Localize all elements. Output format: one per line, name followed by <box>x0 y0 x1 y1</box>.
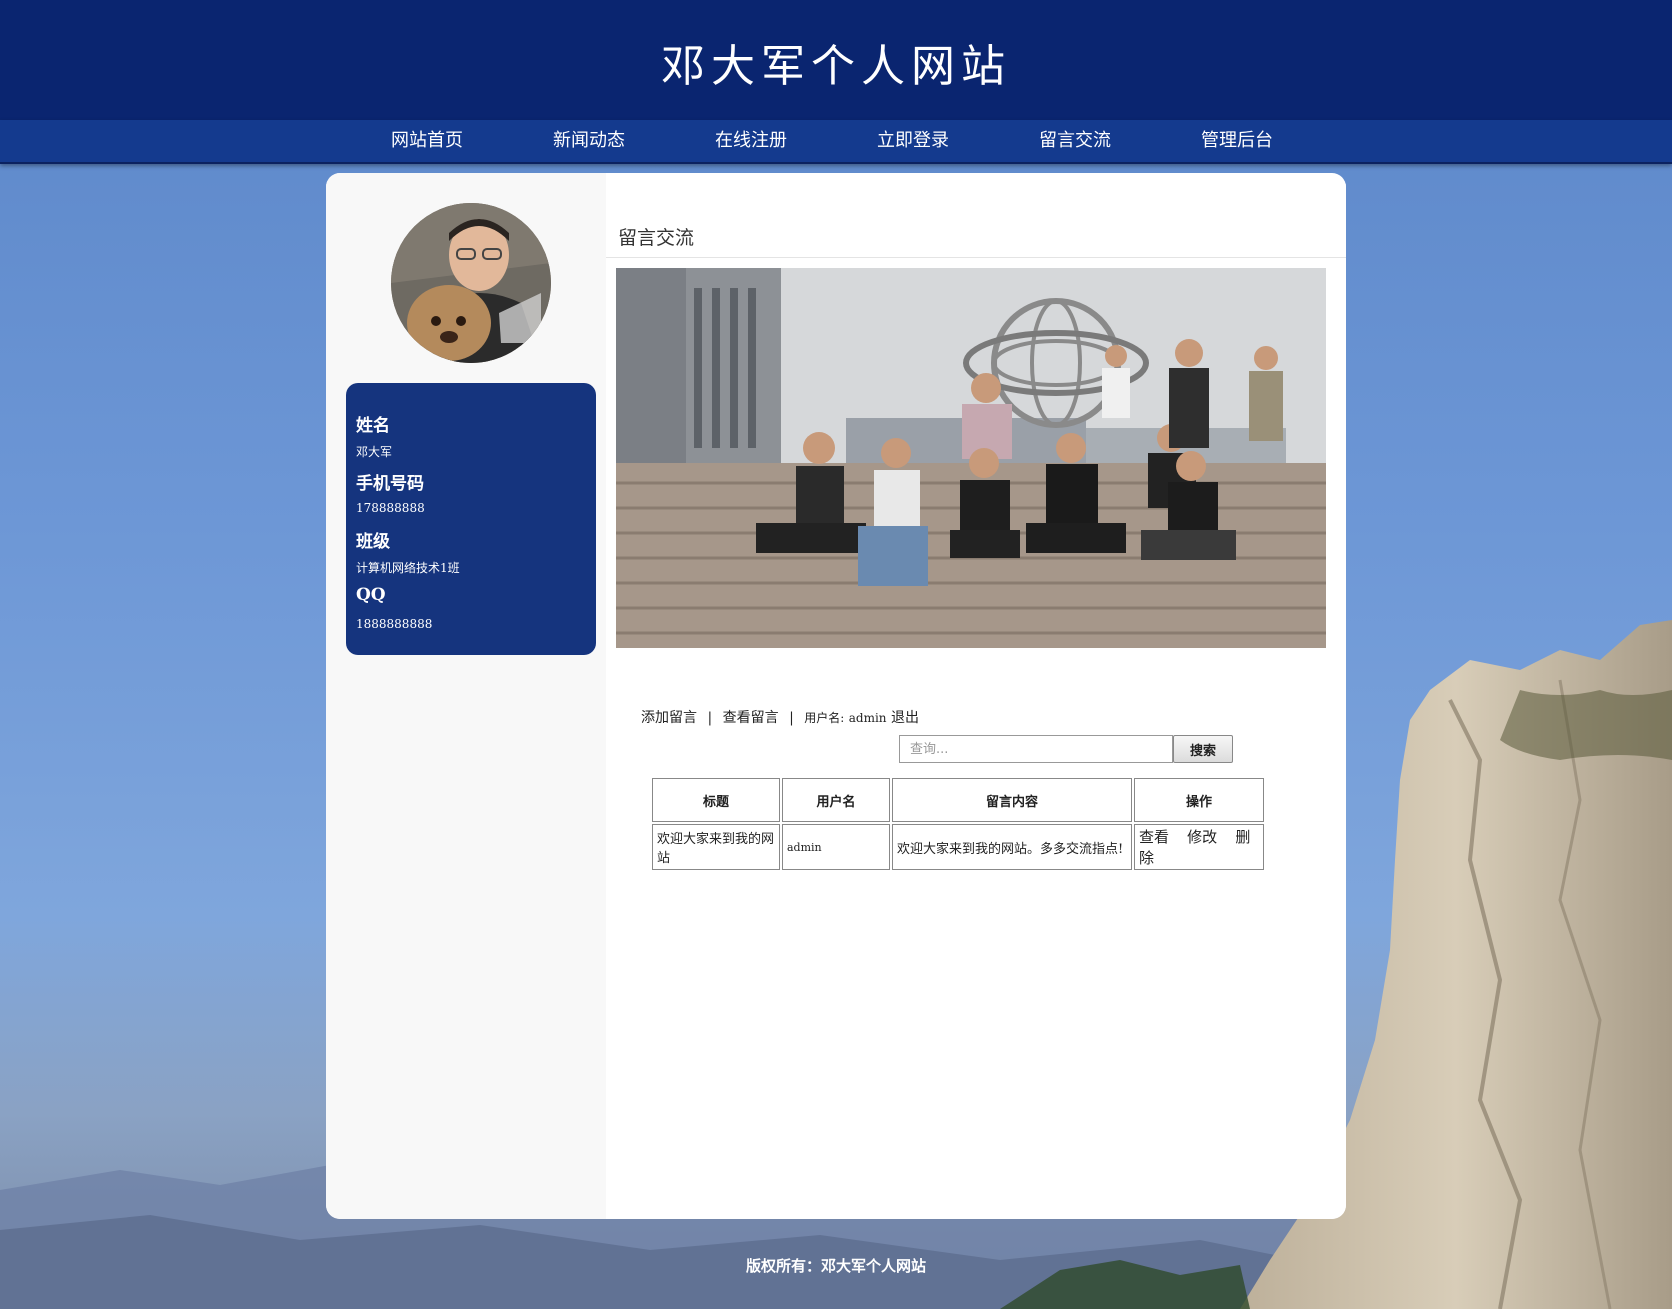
username-label: 用户名: <box>804 711 845 725</box>
name-value: 邓大军 <box>356 445 393 459</box>
content-container: 姓名 邓大军 手机号码 178888888 班级 计算机网络技术1班 QQ 18… <box>326 173 1346 1219</box>
section-title: 留言交流 <box>618 227 695 249</box>
name-label: 姓名 <box>356 416 390 436</box>
table-row: 欢迎大家来到我的网站 admin 欢迎大家来到我的网站。多多交流指点! 查看 修… <box>652 824 1264 870</box>
table-header-row: 标题 用户名 留言内容 操作 <box>652 778 1264 822</box>
qq-value: 1888888888 <box>356 617 433 631</box>
avatar-photo <box>391 203 551 363</box>
avatar <box>391 203 551 363</box>
view-messages-link[interactable]: 查看留言 <box>723 710 779 726</box>
edit-link[interactable]: 修改 <box>1187 828 1217 846</box>
site-header: 邓大军个人网站 <box>0 0 1672 120</box>
search-button[interactable]: 搜索 <box>1173 735 1233 763</box>
column-header-actions: 操作 <box>1134 778 1264 822</box>
phone-value: 178888888 <box>356 501 425 515</box>
logout-link[interactable]: 退出 <box>891 710 919 726</box>
nav-list: 网站首页 新闻动态 在线注册 立即登录 留言交流 管理后台 <box>346 120 1318 162</box>
main-content: 留言交流 添加留言 | 查看留言 | 用户名: admin 退出 查询... 搜… <box>606 183 1346 1219</box>
cell-title: 欢迎大家来到我的网站 <box>652 824 780 870</box>
cell-content: 欢迎大家来到我的网站。多多交流指点! <box>892 824 1132 870</box>
class-label: 班级 <box>356 532 390 552</box>
add-message-link[interactable]: 添加留言 <box>641 710 697 726</box>
view-link[interactable]: 查看 <box>1139 828 1169 846</box>
message-links: 添加留言 | 查看留言 | 用户名: admin 退出 <box>641 707 919 727</box>
cell-username: admin <box>782 824 890 870</box>
cell-actions: 查看 修改 删除 <box>1134 824 1264 870</box>
nav-item-admin[interactable]: 管理后台 <box>1156 120 1318 162</box>
class-value: 计算机网络技术1班 <box>356 561 460 575</box>
qq-label: QQ <box>356 585 386 605</box>
profile-card: 姓名 邓大军 手机号码 178888888 班级 计算机网络技术1班 QQ 18… <box>346 383 596 655</box>
group-photo <box>616 268 1326 648</box>
column-header-title: 标题 <box>652 778 780 822</box>
nav-item-guestbook[interactable]: 留言交流 <box>994 120 1156 162</box>
search-input[interactable] <box>899 735 1173 763</box>
sidebar: 姓名 邓大军 手机号码 178888888 班级 计算机网络技术1班 QQ 18… <box>326 173 606 1219</box>
username-value: admin <box>848 711 887 725</box>
column-header-content: 留言内容 <box>892 778 1132 822</box>
main-nav: 网站首页 新闻动态 在线注册 立即登录 留言交流 管理后台 <box>0 120 1672 164</box>
column-header-username: 用户名 <box>782 778 890 822</box>
section-divider <box>606 257 1346 258</box>
footer-copyright: 版权所有：邓大军个人网站 <box>745 1257 926 1275</box>
links-separator: | <box>789 710 794 726</box>
nav-item-news[interactable]: 新闻动态 <box>508 120 670 162</box>
group-photo-image <box>616 268 1326 648</box>
nav-item-home[interactable]: 网站首页 <box>346 120 508 162</box>
nav-item-login[interactable]: 立即登录 <box>832 120 994 162</box>
message-table: 标题 用户名 留言内容 操作 欢迎大家来到我的网站 admin 欢迎大家来到我的… <box>650 776 1266 872</box>
nav-item-register[interactable]: 在线注册 <box>670 120 832 162</box>
phone-label: 手机号码 <box>356 474 424 494</box>
links-separator: | <box>707 710 713 726</box>
site-title: 邓大军个人网站 <box>661 41 1011 92</box>
